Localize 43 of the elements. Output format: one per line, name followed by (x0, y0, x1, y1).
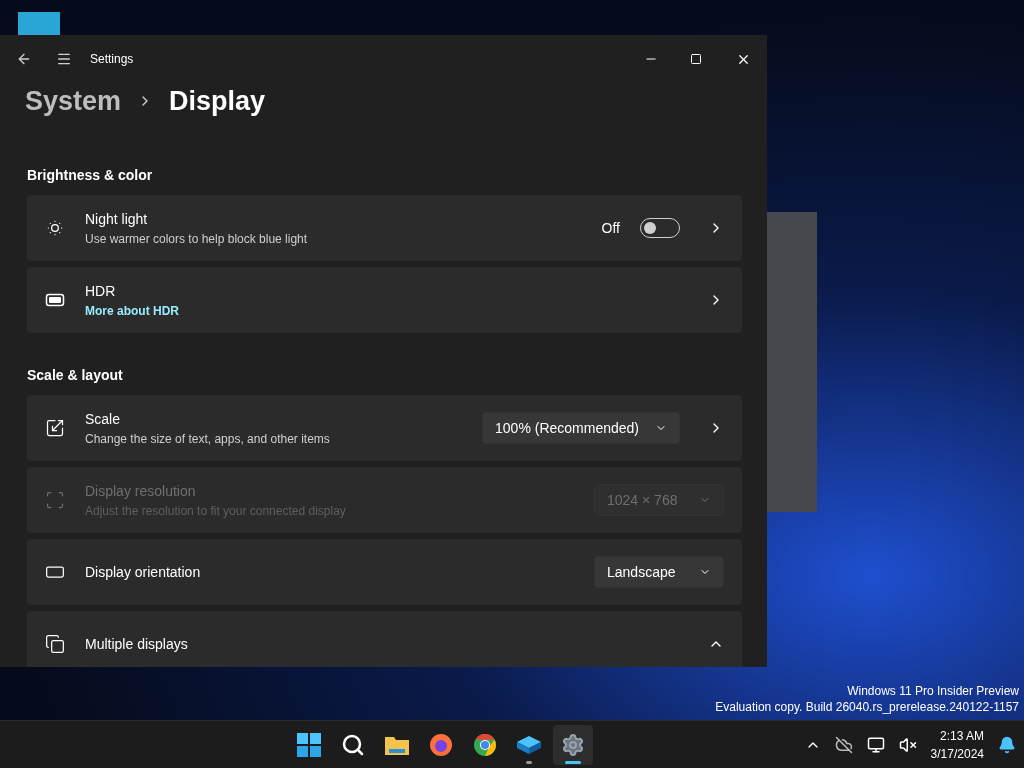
monitor-icon[interactable] (866, 735, 885, 754)
breadcrumb-item[interactable]: System (25, 80, 122, 122)
window-title: Settings (90, 51, 135, 68)
setting-title: HDR (85, 281, 117, 301)
dropdown[interactable]: Landscape (594, 556, 724, 588)
taskbar-app[interactable] (553, 724, 594, 765)
setting-description: Use warmer colors to help block blue light (85, 230, 309, 248)
stacked-screens-icon (45, 634, 65, 654)
breadcrumb-item: Display (169, 84, 266, 118)
sun-icon (45, 218, 65, 238)
toggle-state-label: Off (601, 218, 620, 238)
setting-title: Multiple displays (85, 634, 189, 654)
setting-card[interactable]: Display orientation Landscape (27, 539, 742, 605)
setting-title: Display resolution (85, 481, 197, 501)
speaker-muted-icon[interactable] (898, 735, 917, 754)
four-squares-icon (297, 732, 322, 757)
gear-icon (561, 732, 586, 757)
browser-circle-icon (473, 732, 498, 757)
clock-date[interactable]: 3/17/2024 (930, 744, 984, 763)
bell-icon[interactable] (998, 735, 1016, 754)
build-info-text: Windows 11 Pro Insider Preview (847, 683, 1019, 699)
section-heading: Scale & layout (27, 366, 124, 385)
box-icon (516, 733, 543, 756)
setting-title: Display orientation (85, 562, 202, 582)
search-icon (341, 732, 366, 757)
cloud-off-icon[interactable] (834, 735, 853, 754)
setting-card[interactable]: HDR More about HDR (27, 267, 742, 333)
clock-time[interactable]: 2:13 AM (939, 726, 984, 745)
more-about-link[interactable]: More about HDR (85, 301, 688, 320)
build-info-text: Evaluation copy. Build 26040.rs_prerelease.240122-1157 (715, 699, 1019, 715)
dropdown[interactable]: 100% (Recommended) (482, 412, 680, 444)
resolution-icon (45, 490, 65, 510)
setting-card[interactable]: Multiple displays (27, 611, 742, 667)
back-icon[interactable] (16, 51, 32, 67)
setting-title: Scale (85, 409, 122, 429)
setting-card[interactable]: Scale Change the size of text, apps, and other items 100% (Recommended) (27, 395, 742, 461)
setting-card[interactable]: Night light Use warmer colors to help block blue light Off (27, 195, 742, 261)
setting-description: Change the size of text, apps, and other items (85, 430, 331, 448)
menu-icon[interactable] (56, 51, 72, 67)
setting-title: Night light (85, 209, 149, 229)
maximize-icon[interactable] (690, 53, 702, 65)
scale-icon (45, 418, 65, 438)
section-heading: Brightness & color (27, 166, 154, 185)
